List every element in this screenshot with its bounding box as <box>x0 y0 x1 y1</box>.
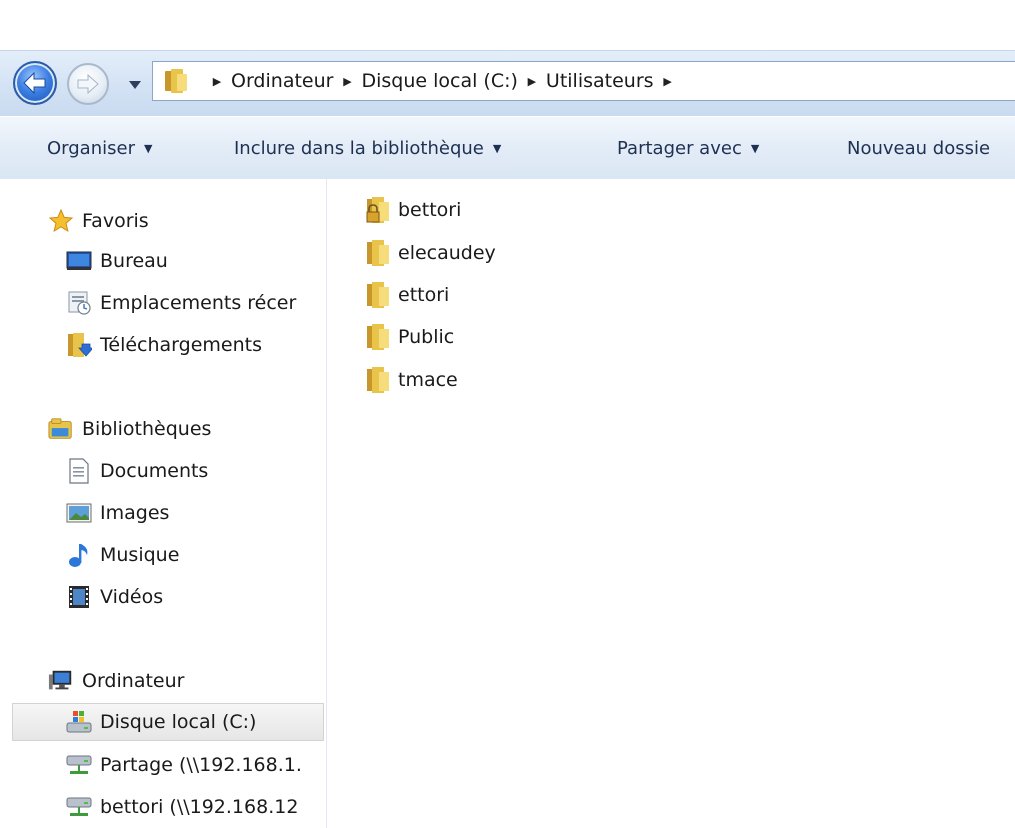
navigation-bar: ▶ Ordinateur ▶ Disque local (C:) ▶ Utili… <box>0 50 1015 117</box>
computer-icon <box>48 668 74 694</box>
library-icon <box>48 416 74 442</box>
share-with-button[interactable]: Partager avec ▼ <box>617 117 759 179</box>
nav-item-label: Disque local (C:) <box>100 711 257 733</box>
nav-computer-label: Ordinateur <box>82 670 185 692</box>
locked-folder-icon <box>365 195 393 225</box>
nav-item-label: bettori (\\192.168.12 <box>100 796 299 818</box>
desktop-icon <box>66 248 92 274</box>
forward-button[interactable] <box>67 63 109 105</box>
recent-places-icon <box>66 290 92 316</box>
list-item-ettori[interactable]: ettori <box>365 276 449 314</box>
window-top <box>0 0 1015 50</box>
new-folder-label: Nouveau dossie <box>847 137 991 159</box>
breadcrumb-separator-icon[interactable]: ▶ <box>209 75 225 88</box>
file-name: Public <box>398 326 455 348</box>
file-name: tmace <box>398 369 458 391</box>
star-icon <box>48 208 74 234</box>
breadcrumb-separator-icon[interactable]: ▶ <box>524 75 540 88</box>
list-item-bettori[interactable]: bettori <box>365 191 461 229</box>
music-icon <box>66 542 92 568</box>
folder-icon <box>165 69 187 93</box>
nav-item-videos[interactable]: Vidéos <box>66 579 163 615</box>
back-arrow-icon <box>23 71 46 95</box>
command-bar: Organiser ▼ Inclure dans la bibliothèque ▼… <box>0 116 1015 180</box>
chevron-down-icon: ▼ <box>143 141 153 155</box>
nav-item-bureau[interactable]: Bureau <box>66 243 168 279</box>
nav-item-label: Téléchargements <box>100 334 262 356</box>
nav-item-music[interactable]: Musique <box>66 537 179 573</box>
nav-item-label: Emplacements récer <box>100 292 297 314</box>
list-item-elecaudey[interactable]: elecaudey <box>365 234 496 272</box>
folder-icon <box>365 322 393 352</box>
images-icon <box>66 500 92 526</box>
address-bar[interactable]: ▶ Ordinateur ▶ Disque local (C:) ▶ Utili… <box>152 61 1015 101</box>
new-folder-button[interactable]: Nouveau dossie <box>847 117 990 179</box>
recent-pages-dropdown-icon[interactable] <box>127 79 143 91</box>
nav-libraries[interactable]: Bibliothèques <box>48 411 211 447</box>
chevron-down-icon: ▼ <box>750 141 760 155</box>
file-name: elecaudey <box>398 242 496 264</box>
nav-item-network-bettori[interactable]: bettori (\\192.168.12 <box>66 789 298 825</box>
documents-icon <box>66 458 92 484</box>
folder-icon <box>365 280 393 310</box>
breadcrumb: ▶ Ordinateur ▶ Disque local (C:) ▶ Utili… <box>203 62 682 100</box>
nav-favorites-label: Favoris <box>82 210 149 232</box>
nav-libraries-label: Bibliothèques <box>82 418 212 440</box>
breadcrumb-separator-icon[interactable]: ▶ <box>339 75 355 88</box>
nav-item-images[interactable]: Images <box>66 495 169 531</box>
nav-item-documents[interactable]: Documents <box>66 453 208 489</box>
nav-item-label: Documents <box>100 460 209 482</box>
nav-item-downloads[interactable]: Téléchargements <box>66 327 262 363</box>
list-item-public[interactable]: Public <box>365 318 454 356</box>
network-drive-icon <box>66 794 92 820</box>
chevron-down-icon: ▼ <box>492 141 502 155</box>
organise-label: Organiser <box>47 137 135 159</box>
nav-item-label: Partage (\\192.168.1. <box>100 754 302 776</box>
include-label: Inclure dans la bibliothèque <box>234 137 484 159</box>
navigation-pane: Favoris Bureau Emplacements récer Téléch… <box>0 179 327 828</box>
nav-favorites[interactable]: Favoris <box>48 203 149 239</box>
organise-button[interactable]: Organiser ▼ <box>47 117 152 179</box>
include-in-library-button[interactable]: Inclure dans la bibliothèque ▼ <box>234 117 501 179</box>
network-drive-icon <box>66 752 92 778</box>
nav-item-recent-places[interactable]: Emplacements récer <box>66 285 296 321</box>
folder-icon <box>365 238 393 268</box>
nav-item-label: Bureau <box>100 250 168 272</box>
nav-computer[interactable]: Ordinateur <box>48 663 184 699</box>
file-list: bettori elecaudey ettori Public tmace <box>327 179 1015 828</box>
forward-arrow-icon <box>77 73 99 95</box>
nav-item-label: Musique <box>100 544 180 566</box>
breadcrumb-separator-icon[interactable]: ▶ <box>660 75 676 88</box>
breadcrumb-ordinateur[interactable]: Ordinateur <box>231 70 333 92</box>
breadcrumb-disque-local[interactable]: Disque local (C:) <box>361 70 517 92</box>
folder-icon <box>365 365 393 395</box>
nav-item-label: Images <box>100 502 170 524</box>
file-name: bettori <box>398 199 462 221</box>
nav-item-network-share[interactable]: Partage (\\192.168.1. <box>66 747 302 783</box>
back-button[interactable] <box>13 61 57 105</box>
nav-item-local-disk[interactable]: Disque local (C:) <box>12 703 324 741</box>
list-item-tmace[interactable]: tmace <box>365 361 458 399</box>
downloads-icon <box>66 332 92 358</box>
local-drive-icon <box>66 709 92 735</box>
breadcrumb-utilisateurs[interactable]: Utilisateurs <box>546 70 654 92</box>
file-name: ettori <box>398 284 450 306</box>
share-label: Partager avec <box>617 137 742 159</box>
nav-item-label: Vidéos <box>100 586 164 608</box>
videos-icon <box>66 584 92 610</box>
